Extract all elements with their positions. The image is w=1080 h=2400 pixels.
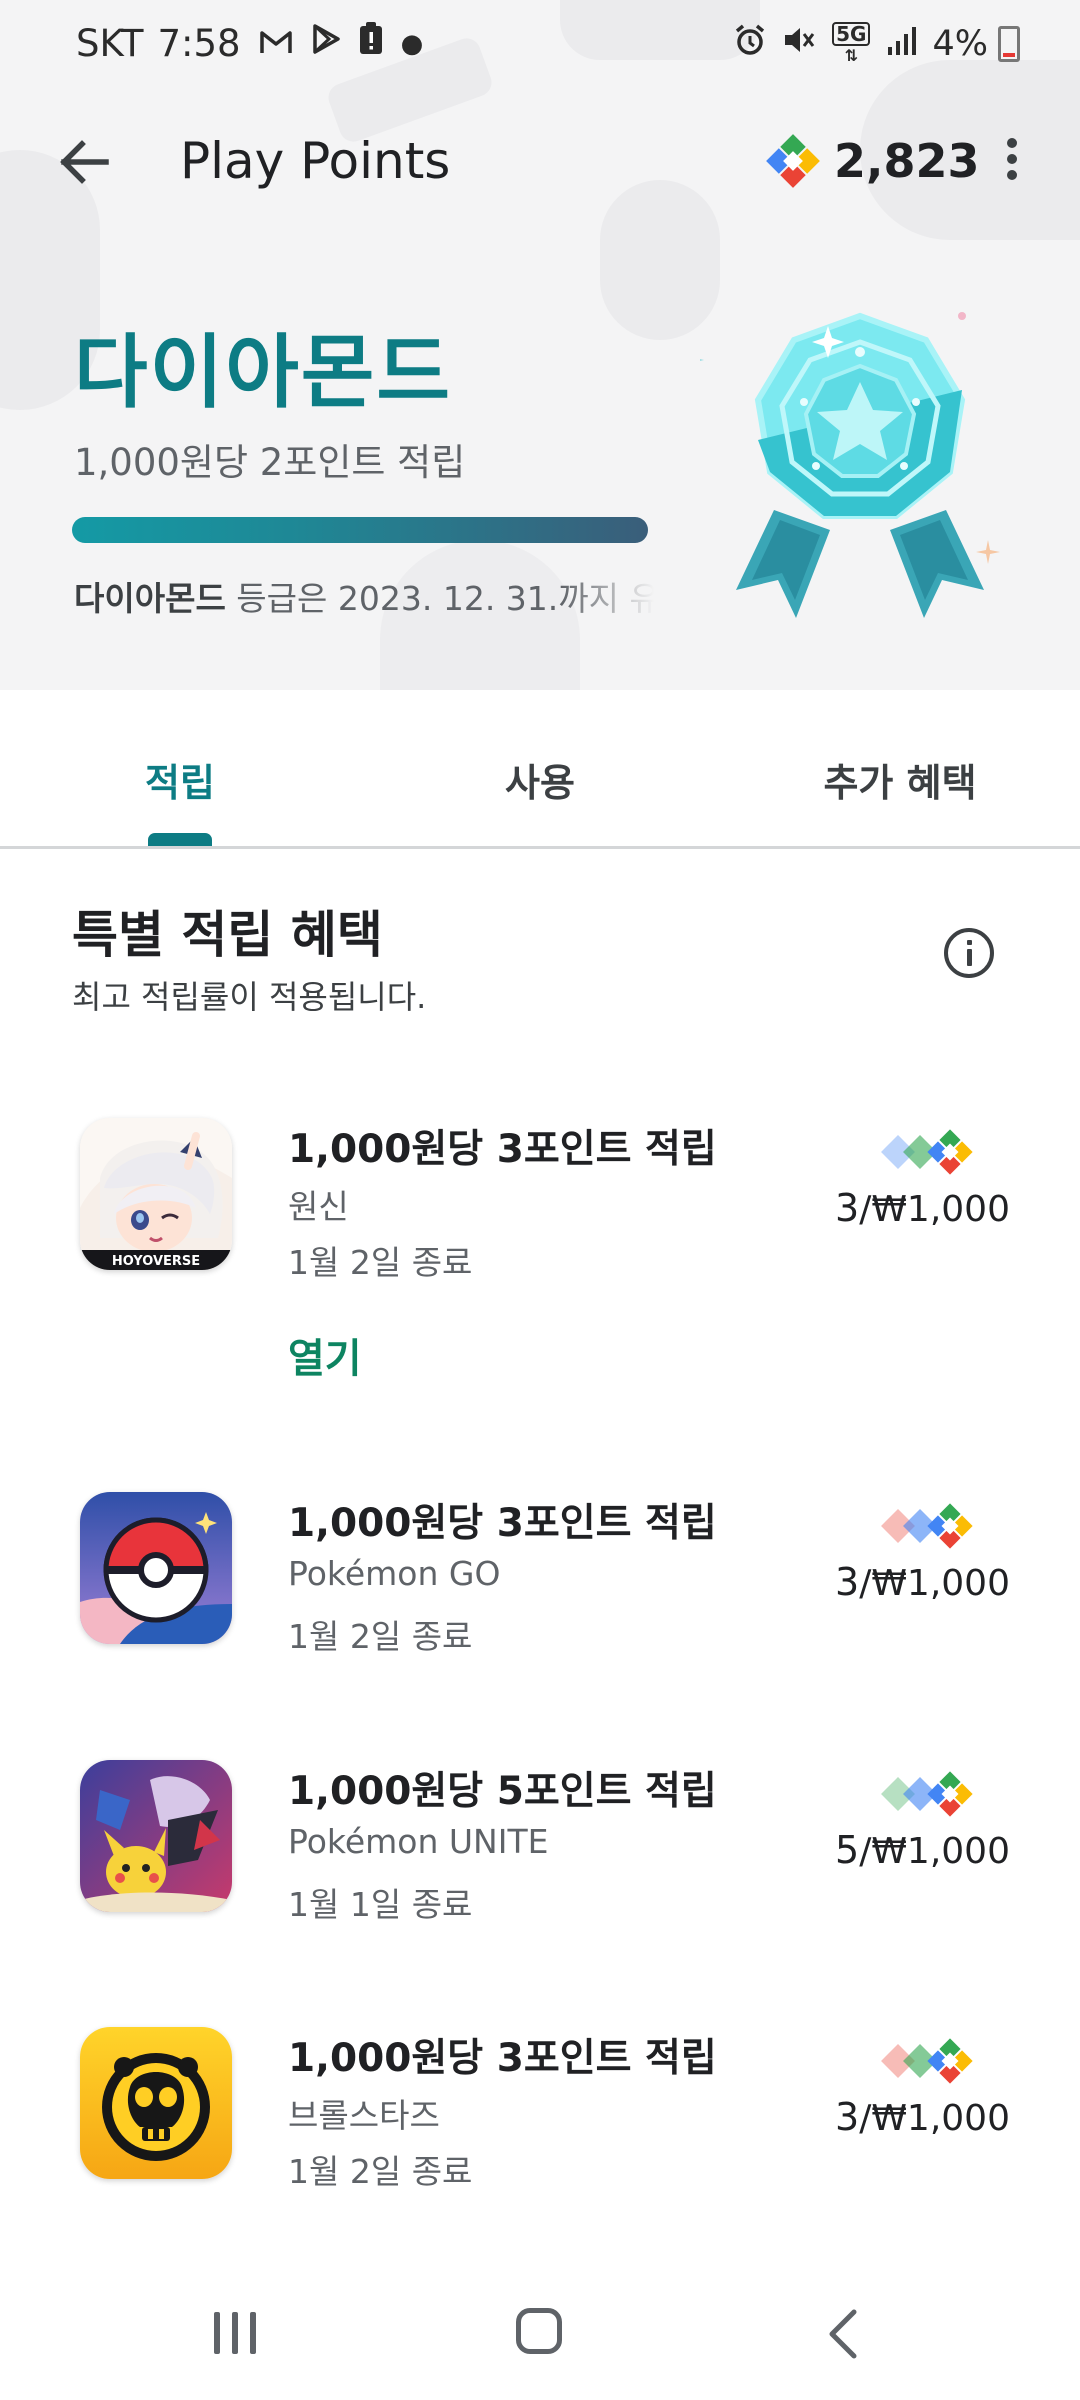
offer-rate: 3/₩1,000 (820, 2095, 1010, 2139)
offer-rate-unit: /₩1,000 (859, 2098, 1010, 2139)
carrier-label: SKT (76, 22, 144, 65)
gmail-icon (259, 24, 293, 64)
points-value: 2,823 (834, 134, 980, 188)
offer-app-name: Pokémon UNITE (288, 1822, 549, 1861)
offer-rate-number: 3 (835, 1186, 860, 1230)
pokemon-unite-app-icon (80, 1760, 232, 1912)
offer-rate: 5/₩1,000 (820, 1828, 1010, 1872)
offer-title: 1,000원당 3포인트 적립 (288, 1127, 717, 1172)
tab-extra-benefits[interactable]: 추가 혜택 (750, 752, 1050, 807)
offer-end-date: 1월 2일 종료 (288, 1617, 473, 1656)
offer-rate: 3/₩1,000 (820, 1560, 1010, 1604)
tab-bar: 적립 사용 추가 혜택 (0, 690, 1080, 849)
offer-item[interactable]: 1,000원당 5포인트 적립 Pokémon UNITE 1월 1일 종료 5… (0, 1760, 1080, 2010)
tier-note-bold: 다이아몬드 (74, 579, 226, 618)
offer-rate-number: 3 (835, 1560, 860, 1604)
active-tab-indicator (148, 833, 212, 846)
offer-app-name: 원신 (288, 1187, 349, 1226)
tier-note-text: 등급은 2023. 12. 31.까지 유 (225, 579, 654, 618)
offer-item[interactable]: 1,000원당 3포인트 적립 Pokémon GO 1월 2일 종료 3/₩1… (0, 1492, 1080, 1742)
tab-use[interactable]: 사용 (390, 752, 690, 807)
play-points-diamond-icon (766, 134, 820, 188)
home-button[interactable] (516, 2308, 562, 2354)
arrow-back-icon (60, 140, 109, 184)
offer-title: 1,000원당 3포인트 적립 (288, 2036, 717, 2081)
tier-expiry-note: 다이아몬드 등급은 2023. 12. 31.까지 유 (74, 572, 654, 620)
offer-item[interactable]: 1,000원당 3포인트 적립 브롤스타즈 1월 2일 종료 3/₩1,000 (0, 2027, 1080, 2277)
more-options-button[interactable] (990, 132, 1034, 194)
brawl-stars-app-icon (80, 2027, 232, 2179)
alarm-icon (734, 24, 766, 64)
alert-icon (359, 22, 383, 65)
system-nav-bar (0, 2260, 1080, 2400)
offer-rate: 3/₩1,000 (820, 1186, 1010, 1230)
recents-icon (214, 2312, 220, 2354)
hoyoverse-logo-text: HOYOVERSE (112, 1254, 200, 1269)
offer-end-date: 1월 1일 종료 (288, 1885, 473, 1924)
recent-apps-button[interactable] (210, 2312, 260, 2354)
tier-progress-bar (72, 517, 648, 543)
offer-title: 1,000원당 3포인트 적립 (288, 1501, 717, 1546)
genshin-app-icon: HOYOVERSE (80, 1118, 232, 1270)
points-multiplier-icon (881, 2038, 973, 2084)
status-time: 7:58 (157, 22, 241, 65)
back-button[interactable] (48, 126, 120, 198)
offer-title: 1,000원당 5포인트 적립 (288, 1769, 717, 1814)
section-title: 특별 적립 혜택 (72, 906, 383, 964)
points-balance[interactable]: 2,823 (764, 132, 980, 190)
section-subtitle: 최고 적립률이 적용됩니다. (72, 978, 427, 1016)
info-icon[interactable] (944, 928, 994, 978)
offer-rate-unit: /₩1,000 (859, 1831, 1010, 1872)
offer-rate-number: 3 (835, 2095, 860, 2139)
chevron-left-icon (829, 2309, 857, 2359)
battery-icon (998, 26, 1020, 62)
offer-app-name: Pokémon GO (288, 1554, 501, 1593)
tab-earn[interactable]: 적립 (30, 752, 330, 807)
system-back-button[interactable] (822, 2306, 862, 2362)
open-button[interactable]: 열기 (288, 1326, 362, 1384)
status-left: SKT 7:58 ● (76, 22, 423, 65)
status-bar: SKT 7:58 ● 5G ⇅ 4% (0, 0, 1080, 96)
offer-item[interactable]: HOYOVERSE 1,000원당 3포인트 적립 원신 1월 2일 종료 3/… (0, 1118, 1080, 1382)
pokemon-go-app-icon (80, 1492, 232, 1644)
points-multiplier-icon (881, 1129, 973, 1175)
more-vert-icon (1007, 138, 1017, 148)
top-app-bar: Play Points 2,823 (0, 96, 1080, 226)
offer-app-name: 브롤스타즈 (288, 2096, 440, 2135)
play-store-icon (311, 23, 341, 64)
diamond-medal-icon (700, 312, 1000, 618)
signal-icon (886, 25, 917, 63)
mute-icon (782, 24, 816, 64)
5g-icon: 5G ⇅ (832, 22, 871, 66)
offer-rate-number: 5 (835, 1828, 860, 1872)
offer-rate-unit: /₩1,000 (859, 1563, 1010, 1604)
points-multiplier-icon (881, 1503, 973, 1549)
page-title: Play Points (180, 132, 451, 190)
points-multiplier-icon (881, 1771, 973, 1817)
tier-name: 다이아몬드 (74, 326, 452, 419)
tier-rate: 1,000원당 2포인트 적립 (74, 441, 466, 484)
dot-icon: ● (400, 28, 424, 59)
offer-end-date: 1월 2일 종료 (288, 1243, 473, 1282)
network-type: 5G (832, 22, 871, 46)
offer-end-date: 1월 2일 종료 (288, 2152, 473, 2191)
status-right: 5G ⇅ 4% (734, 22, 1020, 66)
battery-percent: 4% (932, 24, 988, 64)
offer-rate-unit: /₩1,000 (859, 1189, 1010, 1230)
